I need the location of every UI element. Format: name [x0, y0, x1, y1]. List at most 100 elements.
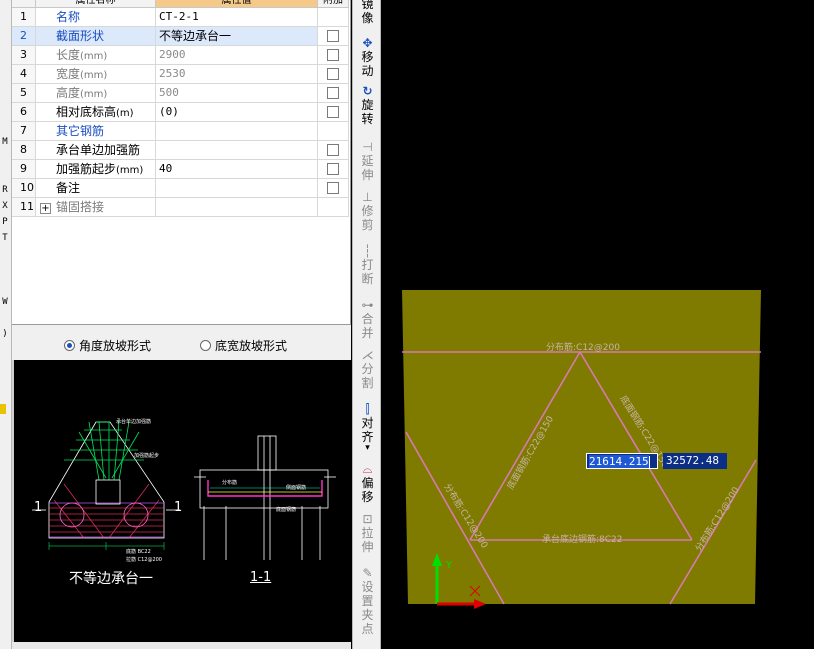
- drawing-canvas[interactable]: 分布筋:C12@200 底面钢筋:C22@150 底面钢筋:C22@150 分布…: [382, 0, 814, 649]
- row-number: 8: [12, 141, 36, 160]
- radio-dot-icon[interactable]: [200, 340, 211, 351]
- property-row-strengthening-start[interactable]: 9 加强筋起步(mm) 40: [12, 160, 351, 179]
- row-value[interactable]: [156, 179, 318, 198]
- row-value[interactable]: 2530: [156, 65, 318, 84]
- sliver-letter: T: [2, 233, 8, 243]
- text-cursor: [648, 456, 650, 468]
- tool-label: 对齐: [361, 416, 374, 444]
- row-label: 备注: [36, 179, 156, 198]
- extend-icon: ⊣: [362, 140, 373, 154]
- tool-extend[interactable]: ⊣ 延伸: [353, 140, 382, 182]
- dropdown-icon[interactable]: ▾: [361, 444, 375, 453]
- tool-merge[interactable]: ⊶ 合并: [353, 298, 382, 340]
- move-icon: ✥: [362, 36, 373, 50]
- row-number: 10: [12, 179, 36, 198]
- radio-bottom-width-slope[interactable]: 底宽放坡形式: [200, 337, 287, 354]
- append-checkbox[interactable]: [327, 163, 339, 175]
- radio-label: 底宽放坡形式: [215, 339, 288, 353]
- tool-move[interactable]: ✥ 移动: [353, 36, 382, 78]
- row-number: 5: [12, 84, 36, 103]
- row-label: 长度(mm): [36, 46, 156, 65]
- property-row-length[interactable]: 3 长度(mm) 2900: [12, 46, 351, 65]
- header-name[interactable]: 属性名称: [36, 0, 156, 8]
- axis-y-label: Y: [445, 560, 453, 571]
- property-row-name[interactable]: 1 名称 CT-2-1: [12, 8, 351, 27]
- header-value[interactable]: 属性值: [156, 0, 318, 8]
- property-row-section-shape[interactable]: 2 截面形状 不等边承台一: [12, 27, 351, 46]
- row-value[interactable]: (0): [156, 103, 318, 122]
- rotate-icon: ↻: [362, 84, 373, 98]
- edit-toolbar: 镜像 ✥ 移动 ↻ 旋转 ⊣ 延伸 ⊥ 修剪 ┆ 打断 ⊶ 合并 ⋌ 分割 ⫿ …: [352, 0, 381, 649]
- row-label: 高度(mm): [36, 84, 156, 103]
- preview-annotation: 侧面钢筋: [286, 485, 307, 491]
- tool-label: 打断: [361, 258, 374, 286]
- merge-icon: ⊶: [361, 298, 374, 312]
- append-checkbox[interactable]: [327, 49, 339, 61]
- row-label: 名称: [36, 8, 156, 27]
- section-marker-left: 1: [34, 500, 43, 515]
- left-sliver-panel: M R X P T W ): [0, 0, 12, 649]
- section-view: [194, 435, 336, 560]
- radio-angle-slope[interactable]: 角度放坡形式: [64, 337, 151, 354]
- tool-align[interactable]: ⫿ 对齐 ▾: [353, 402, 382, 453]
- header-add[interactable]: 附加: [318, 0, 349, 8]
- pile-cap-fill: [402, 290, 761, 604]
- tool-trim[interactable]: ⊥ 修剪: [353, 190, 382, 232]
- tool-rotate[interactable]: ↻ 旋转: [353, 84, 382, 126]
- tool-split[interactable]: ⋌ 分割: [353, 348, 382, 390]
- row-value[interactable]: 500: [156, 84, 318, 103]
- tool-set-point[interactable]: ✎ 设置夹点: [353, 566, 382, 636]
- row-value[interactable]: [156, 122, 318, 141]
- cap-shape-preview: 承台单边加强筋 加强筋起步 底筋 BC22 拉筋 C12@200 分布筋 侧面钢…: [12, 360, 351, 642]
- coordinate-x-input[interactable]: 21614.215: [586, 453, 658, 469]
- radio-dot-icon[interactable]: [64, 340, 75, 351]
- row-value[interactable]: 2900: [156, 46, 318, 65]
- property-row-other-rebar[interactable]: 7 其它钢筋: [12, 122, 351, 141]
- row-value[interactable]: 40: [156, 160, 318, 179]
- tool-label: 修剪: [361, 204, 374, 232]
- tool-label: 移动: [361, 50, 374, 78]
- plan-view: [32, 421, 180, 550]
- property-row-width[interactable]: 4 宽度(mm) 2530: [12, 65, 351, 84]
- tool-break[interactable]: ┆ 打断: [353, 244, 382, 286]
- break-icon: ┆: [363, 244, 372, 258]
- sliver-letter: W: [2, 297, 8, 307]
- append-checkbox[interactable]: [327, 182, 339, 194]
- row-value[interactable]: [156, 141, 318, 160]
- slope-form-radio-group: 角度放坡形式 底宽放坡形式: [12, 324, 351, 360]
- row-label: 相对底标高(m): [36, 103, 156, 122]
- coordinate-y-input[interactable]: 32572.48: [663, 453, 727, 469]
- row-value[interactable]: 不等边承台一: [156, 27, 318, 46]
- stretch-icon: ⊡: [362, 512, 373, 526]
- append-checkbox[interactable]: [327, 144, 339, 156]
- property-row-anchorage[interactable]: 11 + 锚固搭接: [12, 198, 351, 217]
- sliver-letter: X: [2, 201, 8, 211]
- canvas-drawing: 分布筋:C12@200 底面钢筋:C22@150 底面钢筋:C22@150 分布…: [402, 290, 761, 609]
- property-row-relative-elevation[interactable]: 6 相对底标高(m) (0): [12, 103, 351, 122]
- expand-icon[interactable]: +: [40, 203, 51, 214]
- row-number: 2: [12, 27, 36, 46]
- append-checkbox[interactable]: [327, 106, 339, 118]
- append-checkbox[interactable]: [327, 68, 339, 80]
- row-value[interactable]: [156, 198, 318, 217]
- append-checkbox[interactable]: [327, 30, 339, 42]
- tool-mirror[interactable]: 镜像: [353, 0, 382, 25]
- preview-annotation: 底筋 BC22: [126, 549, 151, 555]
- tool-label: 偏移: [361, 476, 374, 504]
- row-label: 其它钢筋: [36, 122, 156, 141]
- property-row-height[interactable]: 5 高度(mm) 500: [12, 84, 351, 103]
- sliver-letter: ): [2, 329, 8, 339]
- row-number: 4: [12, 65, 36, 84]
- row-label: 承台单边加强筋: [36, 141, 156, 160]
- tool-stretch[interactable]: ⊡ 拉伸: [353, 512, 382, 554]
- row-number: 6: [12, 103, 36, 122]
- append-checkbox[interactable]: [327, 87, 339, 99]
- row-label: 截面形状: [36, 27, 156, 46]
- property-row-edge-strengthening[interactable]: 8 承台单边加强筋: [12, 141, 351, 160]
- preview-caption: 不等边承台一: [69, 571, 153, 587]
- row-label: + 锚固搭接: [36, 198, 156, 217]
- row-value[interactable]: CT-2-1: [156, 8, 318, 27]
- split-icon: ⋌: [361, 348, 374, 362]
- tool-offset[interactable]: ⌓ 偏移: [353, 462, 382, 504]
- property-row-remarks[interactable]: 10 备注: [12, 179, 351, 198]
